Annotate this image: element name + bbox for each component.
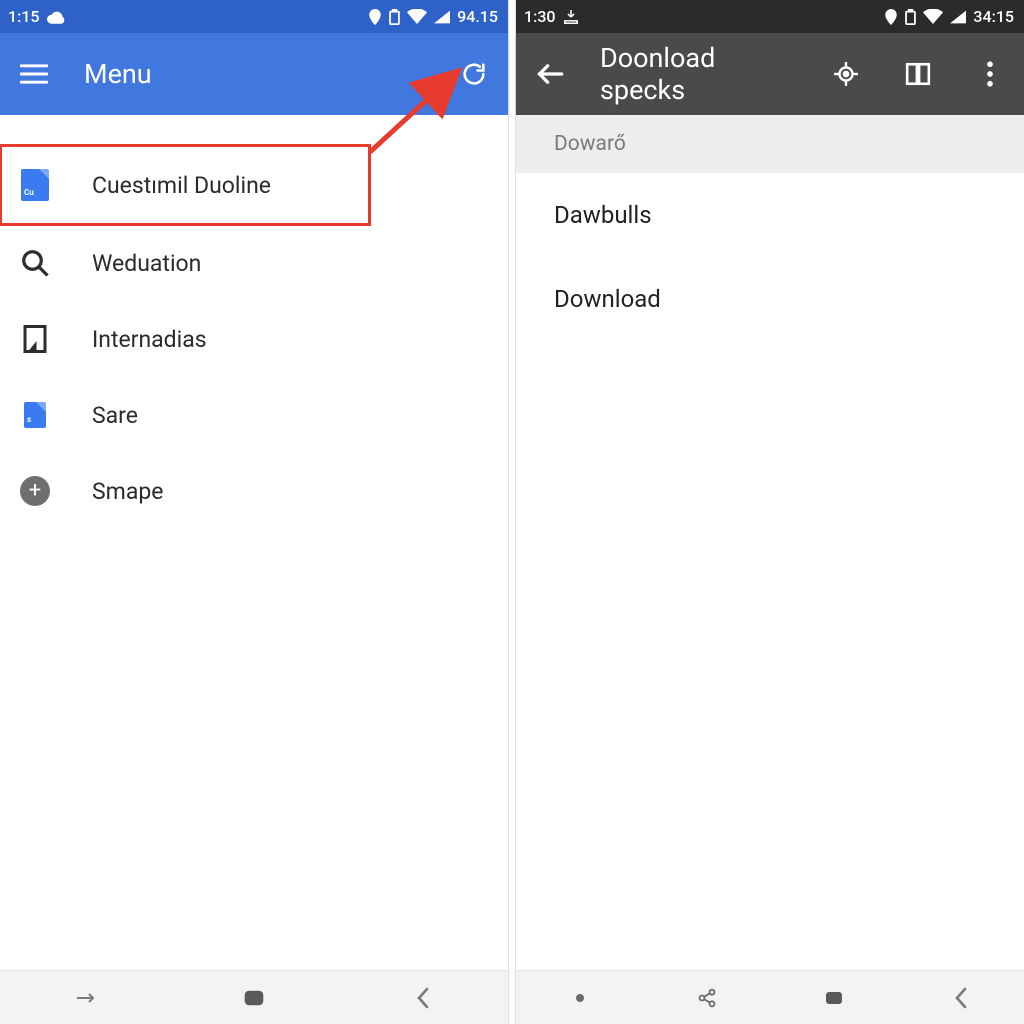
battery-small-icon [389, 9, 400, 25]
signal-icon [950, 10, 966, 24]
left-screenshot: 1:15 94.15 Menu Cu Cuestımil Duoline [0, 0, 508, 1024]
status-left: 1:30 [524, 7, 579, 26]
nav-recent-button[interactable] [65, 978, 105, 1018]
status-right: 94.15 [368, 7, 498, 26]
list-item-label: Download [554, 285, 661, 313]
recent-icon [75, 991, 95, 1005]
nav-home-button[interactable] [234, 978, 274, 1018]
appbar-title: Doonload specks [600, 42, 796, 106]
status-left: 1:15 [8, 7, 65, 26]
wifi-icon [923, 9, 943, 24]
status-bar: 1:15 94.15 [0, 0, 508, 33]
location-icon [368, 9, 382, 25]
share-icon [697, 988, 717, 1008]
menu-item-cuestimil-duoline[interactable]: Cu Cuestımil Duoline [0, 145, 370, 225]
target-icon [833, 61, 859, 87]
section-header: Dowarő [516, 115, 1024, 173]
home-square-icon [242, 986, 266, 1010]
status-time: 1:30 [524, 7, 556, 26]
document-icon: Cu [18, 168, 52, 202]
right-screenshot: 1:30 34:15 Doonload specks Dowarő Da [516, 0, 1024, 1024]
battery-small-icon [905, 9, 916, 25]
list-item-label: Dawbulls [554, 201, 652, 229]
menu-item-smape[interactable]: + Smape [0, 453, 508, 529]
hamburger-menu-button[interactable] [12, 52, 56, 96]
nav-share-button[interactable] [687, 978, 727, 1018]
back-chevron-icon [414, 986, 432, 1010]
document-s-icon: s [18, 398, 52, 432]
back-chevron-icon [952, 986, 970, 1010]
app-bar: Doonload specks [516, 33, 1024, 115]
wifi-icon [407, 9, 427, 24]
hamburger-icon [20, 63, 48, 85]
status-battery-text: 94.15 [457, 7, 498, 26]
home-square-icon [822, 986, 846, 1010]
download-list: Dawbulls Download [516, 173, 1024, 970]
nav-back-button[interactable] [941, 978, 981, 1018]
signal-icon [434, 10, 450, 24]
nav-back-button[interactable] [403, 978, 443, 1018]
dot-icon [574, 992, 586, 1004]
menu-item-wequation[interactable]: Weduation [0, 225, 508, 301]
pane-divider [508, 0, 516, 1024]
location-icon [884, 9, 898, 25]
back-button[interactable] [528, 52, 572, 96]
status-time: 1:15 [8, 7, 40, 26]
overflow-menu-button[interactable] [968, 52, 1012, 96]
menu-item-label: Sare [92, 402, 138, 429]
android-nav-bar [516, 970, 1024, 1024]
cloud-icon [47, 10, 65, 24]
menu-item-label: Weduation [92, 250, 201, 277]
status-battery-text: 34:15 [973, 7, 1014, 26]
menu-item-label: Internadias [92, 326, 207, 353]
panels-icon [905, 61, 931, 87]
list-item-download[interactable]: Download [516, 257, 1024, 341]
list-item-dawbulls[interactable]: Dawbulls [516, 173, 1024, 257]
menu-item-sare[interactable]: s Sare [0, 377, 508, 453]
section-header-label: Dowarő [554, 132, 626, 156]
app-bar: Menu [0, 33, 508, 115]
menu-item-label: Cuestımil Duoline [92, 172, 271, 199]
panels-button[interactable] [896, 52, 940, 96]
status-bar: 1:30 34:15 [516, 0, 1024, 33]
menu-item-label: Smape [92, 478, 163, 505]
nav-dot-button[interactable] [560, 978, 600, 1018]
more-vert-icon [986, 61, 994, 87]
android-nav-bar [0, 970, 508, 1024]
bookmark-icon [18, 322, 52, 356]
arrow-left-icon [536, 62, 564, 86]
menu-item-internadias[interactable]: Internadias [0, 301, 508, 377]
refresh-button[interactable] [452, 52, 496, 96]
refresh-icon [460, 60, 488, 88]
download-small-icon [563, 10, 579, 24]
appbar-title: Menu [84, 58, 424, 90]
target-button[interactable] [824, 52, 868, 96]
nav-home-button[interactable] [814, 978, 854, 1018]
search-icon [18, 246, 52, 280]
menu-list: Cu Cuestımil Duoline Weduation Internadi… [0, 115, 508, 970]
add-circle-icon: + [18, 474, 52, 508]
status-right: 34:15 [884, 7, 1014, 26]
